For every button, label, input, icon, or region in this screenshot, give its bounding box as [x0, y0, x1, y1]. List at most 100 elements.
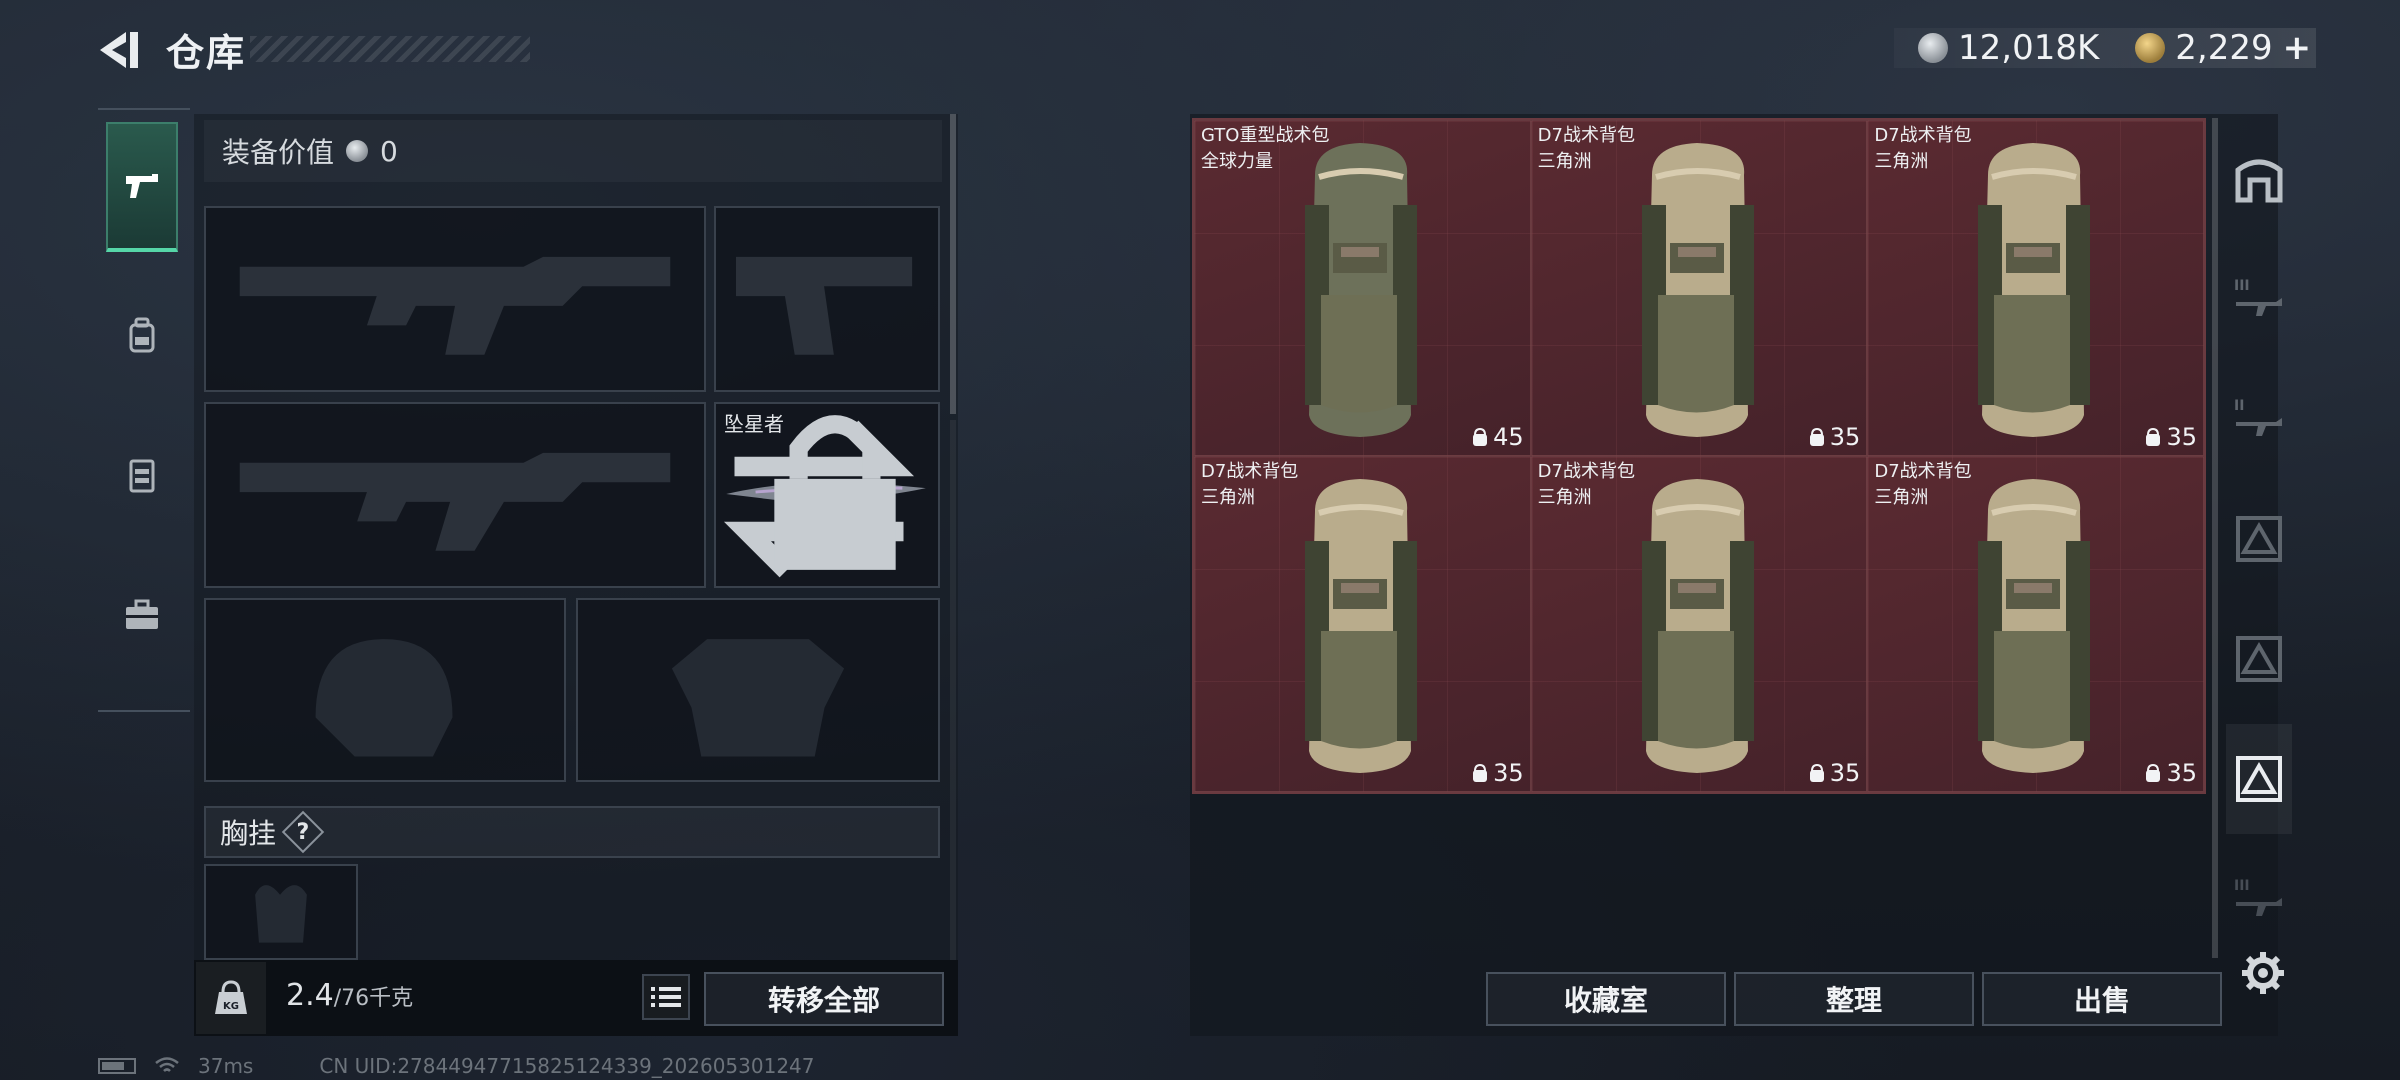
melee-slot[interactable]: 坠星者 — [714, 402, 940, 588]
carry-weight-current: 2.4 — [286, 978, 334, 1013]
rifle-storage-icon: III — [2234, 278, 2282, 316]
list-view-button[interactable] — [642, 974, 690, 1020]
svg-text:III: III — [2234, 878, 2250, 894]
rail-item-storage-5-selected[interactable] — [2226, 724, 2292, 834]
item-capacity: 35 — [1471, 759, 1524, 787]
page-title: 仓库 — [166, 31, 247, 75]
equipment-value-row: 装备价值 0 — [204, 120, 942, 182]
ping-value: 37ms — [198, 1054, 254, 1078]
back-arrow-icon — [100, 32, 138, 68]
item-capacity: 35 — [2144, 759, 2197, 787]
backpack-item-icon — [1305, 143, 1417, 437]
item-capacity: 45 — [1471, 423, 1524, 451]
capacity-bag-icon — [1809, 427, 1824, 446]
weight-icon-box: KG — [196, 962, 266, 1034]
inventory-item[interactable]: D7战术背包 三角洲 35 — [1867, 120, 2204, 456]
capacity-bag-icon — [1809, 763, 1824, 782]
rail-item-warehouse[interactable] — [2226, 124, 2292, 234]
item-name: D7战术背包 — [1537, 125, 1635, 146]
collection-room-button[interactable]: 收藏室 — [1486, 972, 1726, 1026]
warehouse-icon — [2235, 159, 2283, 203]
item-capacity: 35 — [1808, 423, 1861, 451]
loadout-scrollbar[interactable] — [950, 114, 956, 414]
chest-rig-label: 胸挂 — [220, 817, 277, 850]
capacity-bag-icon — [2146, 763, 2161, 782]
tab-safe-case[interactable] — [106, 550, 178, 680]
user-uid: CN UID:278449477158251243​39_20260530124… — [319, 1054, 815, 1078]
backpack-item-icon — [1305, 479, 1417, 773]
backpack-item-icon — [1641, 479, 1754, 773]
svg-text:III: III — [2234, 278, 2250, 294]
currency-bar: 12,018K 2,229 + — [1894, 28, 2316, 68]
inventory-item[interactable]: D7战术背包 三角洲 35 — [1867, 456, 2204, 792]
rail-item-storage-2[interactable]: II — [2226, 364, 2292, 474]
svg-text:II: II — [2234, 398, 2244, 414]
chest-rig-section-label: 胸挂 ? — [204, 806, 940, 858]
transfer-all-button[interactable]: 转移全部 — [704, 972, 944, 1026]
title-decoration — [250, 36, 530, 62]
inventory-grid: GTO重型战术包 全球力量 45 D7战术背包 三角洲 35 D7战术背包 三角… — [1192, 118, 2206, 794]
item-name: GTO重型战术包 — [1201, 125, 1330, 146]
inventory-scrollbar[interactable] — [2212, 118, 2218, 958]
rail-item-storage-6[interactable]: III — [2226, 844, 2292, 954]
rail-item-storage-4[interactable] — [2226, 604, 2292, 714]
back-button[interactable] — [96, 28, 146, 72]
item-source: 全球力量 — [1201, 151, 1273, 172]
settings-button[interactable] — [2240, 950, 2286, 996]
helmet-silhouette-icon — [315, 639, 453, 757]
capacity-bag-icon — [2146, 427, 2161, 446]
capacity-value: 35 — [1829, 423, 1861, 451]
add-currency-button[interactable]: + — [2283, 28, 2312, 68]
item-name: D7战术背包 — [1874, 461, 1972, 482]
capacity-value: 35 — [2166, 759, 2197, 787]
capacity-bag-icon — [1473, 763, 1488, 782]
backpack-item-icon — [1978, 479, 2091, 773]
tab-backpack[interactable] — [106, 270, 178, 400]
item-source: 三角洲 — [1201, 487, 1255, 508]
pistol-silhouette-icon — [736, 256, 913, 355]
list-icon — [651, 987, 681, 1007]
item-name: D7战术背包 — [1201, 461, 1299, 482]
primary-weapon-slot[interactable] — [204, 206, 706, 392]
rifle-storage-icon: II — [2234, 398, 2282, 436]
rail-item-storage-1[interactable]: III — [2226, 244, 2292, 354]
battery-icon — [98, 1058, 136, 1074]
item-source: 三角洲 — [1537, 151, 1592, 172]
gold-currency-value: 2,229 — [2175, 28, 2273, 68]
pistol-icon — [126, 174, 158, 198]
equipment-value-label: 装备价值 — [222, 136, 335, 169]
armor-slot[interactable] — [576, 598, 940, 782]
sort-button[interactable]: 整理 — [1734, 972, 1974, 1026]
item-capacity: 35 — [2144, 423, 2197, 451]
silver-coin-icon — [1918, 33, 1948, 63]
help-icon: ? — [296, 819, 310, 845]
item-name: D7战术背包 — [1537, 461, 1635, 482]
lock-icon — [774, 415, 896, 570]
help-button[interactable]: ? — [281, 810, 325, 854]
backpack-icon — [129, 317, 155, 353]
rifle-storage-icon: III — [2234, 878, 2282, 916]
item-source: 三角洲 — [1874, 151, 1929, 172]
inventory-item[interactable]: D7战术背包 三角洲 35 — [1530, 456, 1868, 792]
inventory-item[interactable]: GTO重型战术包 全球力量 45 — [1194, 120, 1531, 456]
inventory-item[interactable]: D7战术背包 三角洲 35 — [1530, 120, 1868, 456]
triangle-storage-icon — [2236, 756, 2282, 802]
chest-rig-silhouette-icon — [255, 885, 307, 943]
inventory-item[interactable]: D7战术背包 三角洲 35 — [1194, 456, 1531, 792]
rail-item-storage-3[interactable] — [2226, 484, 2292, 594]
item-name: D7战术背包 — [1874, 125, 1972, 146]
sell-button[interactable]: 出售 — [1982, 972, 2222, 1026]
secondary-weapon-slot[interactable] — [204, 402, 706, 588]
backpack-item-icon — [1978, 143, 2091, 437]
capacity-value: 45 — [1493, 423, 1524, 451]
sidearm-slot[interactable] — [714, 206, 940, 392]
backpack-item-icon — [1641, 143, 1754, 437]
tab-chest-rig[interactable] — [106, 410, 178, 540]
tab-weapons[interactable] — [106, 122, 178, 252]
chest-rig-slot[interactable] — [204, 864, 358, 960]
wifi-icon — [155, 1057, 179, 1072]
svg-text:KG: KG — [223, 1001, 239, 1012]
capacity-value: 35 — [1493, 759, 1524, 787]
helmet-slot[interactable] — [204, 598, 566, 782]
storage-tab-rail: III II III — [2222, 114, 2298, 1036]
